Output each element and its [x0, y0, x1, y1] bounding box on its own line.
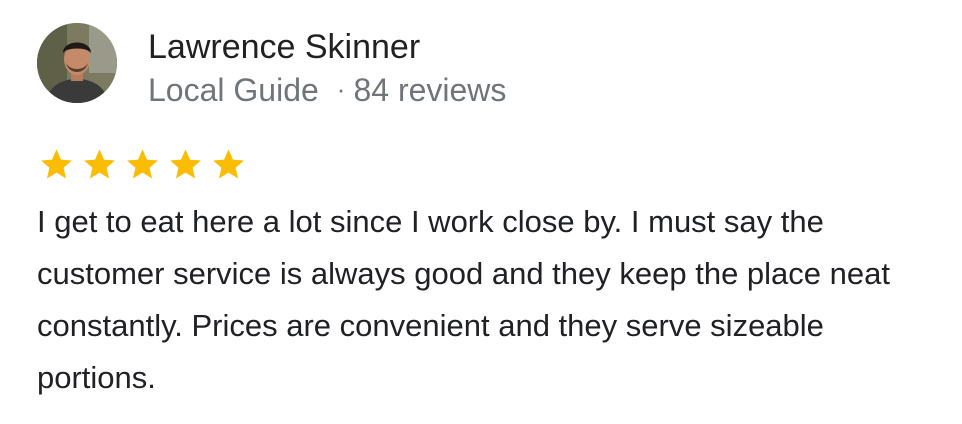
- meta-separator: ·: [336, 74, 346, 104]
- star-icon: [84, 149, 115, 179]
- star-icon: [127, 149, 158, 179]
- review-count: 84 reviews: [353, 72, 507, 108]
- star-icon: [170, 149, 201, 179]
- local-guide-badge: Local Guide: [148, 72, 319, 108]
- star-rating: [38, 146, 247, 186]
- reviewer-name[interactable]: Lawrence Skinner: [148, 26, 420, 68]
- review-card: Lawrence Skinner Local Guide · 84 reviews …: [0, 0, 962, 424]
- star-icon: [41, 149, 72, 179]
- review-text: I get to eat here a lot since I work clo…: [37, 204, 890, 395]
- reviewer-avatar[interactable]: [37, 23, 117, 103]
- star-icon: [213, 149, 244, 179]
- reviewer-meta: Local Guide · 84 reviews: [148, 68, 506, 111]
- avatar-photo-icon: [37, 23, 117, 103]
